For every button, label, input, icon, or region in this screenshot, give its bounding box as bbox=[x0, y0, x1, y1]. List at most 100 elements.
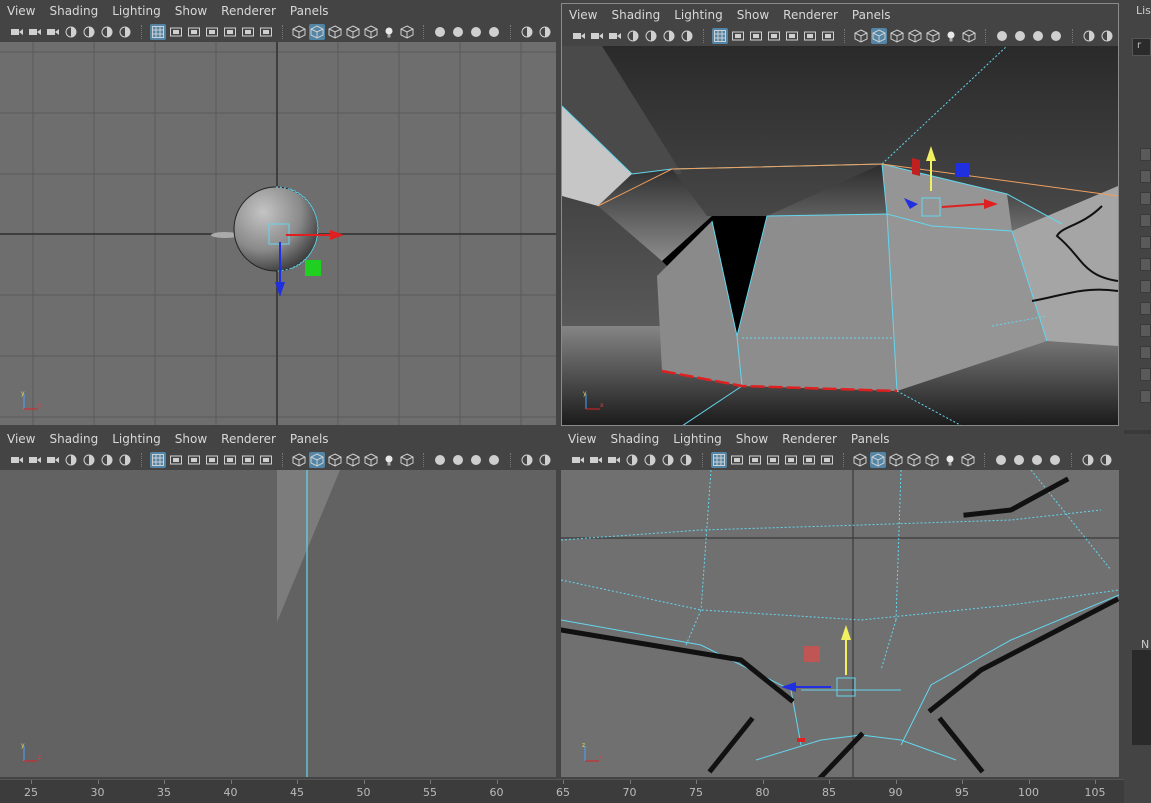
bookmark-icon[interactable] bbox=[625, 28, 641, 44]
anti-aliasing-icon[interactable] bbox=[1029, 452, 1045, 468]
menu-shading[interactable]: Shading bbox=[42, 432, 105, 446]
camera-attributes-icon[interactable] bbox=[607, 28, 623, 44]
isolate-select-icon[interactable] bbox=[519, 24, 535, 40]
grid-icon[interactable] bbox=[711, 452, 727, 468]
menu-show[interactable]: Show bbox=[168, 4, 214, 18]
safe-action-icon[interactable] bbox=[240, 24, 256, 40]
time-slider[interactable]: 25 30 35 40 45 50 55 60 65 70 75 80 85 90 95 100 105 bbox=[0, 779, 1124, 803]
menu-shading[interactable]: Shading bbox=[603, 432, 666, 446]
menu-renderer[interactable]: Renderer bbox=[776, 8, 845, 22]
grease-pencil-icon[interactable] bbox=[117, 24, 133, 40]
outliner-entry[interactable] bbox=[1140, 324, 1151, 337]
two-d-pan-icon[interactable] bbox=[661, 28, 677, 44]
menu-view[interactable]: View bbox=[0, 432, 42, 446]
motion-blur-icon[interactable] bbox=[1011, 452, 1027, 468]
camera-select-icon[interactable] bbox=[571, 28, 587, 44]
depth-of-field-icon[interactable] bbox=[1048, 28, 1064, 44]
shadows-icon[interactable] bbox=[399, 24, 415, 40]
camera-lock-icon[interactable] bbox=[589, 28, 605, 44]
use-all-lights-icon[interactable] bbox=[381, 452, 397, 468]
use-default-material-icon[interactable] bbox=[888, 452, 904, 468]
textured-icon[interactable] bbox=[925, 28, 941, 44]
outliner-entry[interactable] bbox=[1140, 368, 1151, 381]
menu-show[interactable]: Show bbox=[729, 432, 775, 446]
viewport-top-left[interactable]: View Shading Lighting Show Renderer Pane… bbox=[0, 0, 556, 425]
field-chart-icon[interactable] bbox=[784, 28, 800, 44]
anti-aliasing-icon[interactable] bbox=[468, 24, 484, 40]
camera-select-icon[interactable] bbox=[9, 452, 25, 468]
camera-attributes-icon[interactable] bbox=[606, 452, 622, 468]
menu-view[interactable]: View bbox=[561, 432, 603, 446]
outliner-entry[interactable] bbox=[1140, 170, 1151, 183]
outliner-entry[interactable] bbox=[1140, 148, 1151, 161]
smooth-shade-icon[interactable] bbox=[309, 452, 325, 468]
use-default-material-icon[interactable] bbox=[327, 24, 343, 40]
resolution-gate-icon[interactable] bbox=[186, 24, 202, 40]
wireframe-on-shaded-icon[interactable] bbox=[345, 24, 361, 40]
outliner-entry[interactable] bbox=[1140, 280, 1151, 293]
menu-panels[interactable]: Panels bbox=[283, 4, 336, 18]
camera-select-icon[interactable] bbox=[570, 452, 586, 468]
camera-attributes-icon[interactable] bbox=[45, 452, 61, 468]
gate-mask-icon[interactable] bbox=[204, 24, 220, 40]
menu-lighting[interactable]: Lighting bbox=[666, 432, 729, 446]
menu-show[interactable]: Show bbox=[168, 432, 214, 446]
menu-shading[interactable]: Shading bbox=[604, 8, 667, 22]
camera-lock-icon[interactable] bbox=[27, 452, 43, 468]
grease-pencil-icon[interactable] bbox=[679, 28, 695, 44]
safe-action-icon[interactable] bbox=[801, 452, 817, 468]
xray-icon[interactable] bbox=[537, 452, 553, 468]
use-all-lights-icon[interactable] bbox=[942, 452, 958, 468]
viewport-canvas[interactable]: y x bbox=[0, 42, 556, 425]
menu-renderer[interactable]: Renderer bbox=[775, 432, 844, 446]
smooth-shade-icon[interactable] bbox=[309, 24, 325, 40]
gate-mask-icon[interactable] bbox=[766, 28, 782, 44]
bookmark-icon[interactable] bbox=[63, 24, 79, 40]
camera-lock-icon[interactable] bbox=[27, 24, 43, 40]
two-d-pan-icon[interactable] bbox=[99, 24, 115, 40]
field-chart-icon[interactable] bbox=[222, 452, 238, 468]
anti-aliasing-icon[interactable] bbox=[1030, 28, 1046, 44]
viewport-top-right[interactable]: View Shading Lighting Show Renderer Pane… bbox=[561, 3, 1119, 426]
isolate-select-icon[interactable] bbox=[1080, 452, 1096, 468]
textured-icon[interactable] bbox=[363, 24, 379, 40]
two-d-pan-icon[interactable] bbox=[660, 452, 676, 468]
outliner-entry[interactable] bbox=[1140, 390, 1151, 403]
grid-icon[interactable] bbox=[712, 28, 728, 44]
menu-lighting[interactable]: Lighting bbox=[105, 4, 168, 18]
depth-of-field-icon[interactable] bbox=[1047, 452, 1063, 468]
viewport-bottom-left[interactable]: View Shading Lighting Show Renderer Pane… bbox=[0, 428, 556, 777]
outliner-entry[interactable] bbox=[1140, 346, 1151, 359]
wireframe-on-shaded-icon[interactable] bbox=[907, 28, 923, 44]
menu-lighting[interactable]: Lighting bbox=[105, 432, 168, 446]
resolution-gate-icon[interactable] bbox=[747, 452, 763, 468]
wireframe-on-shaded-icon[interactable] bbox=[906, 452, 922, 468]
viewport-canvas[interactable]: z x bbox=[561, 470, 1119, 777]
menu-panels[interactable]: Panels bbox=[844, 432, 897, 446]
image-plane-icon[interactable] bbox=[642, 452, 658, 468]
screen-space-ao-icon[interactable] bbox=[994, 28, 1010, 44]
menu-show[interactable]: Show bbox=[730, 8, 776, 22]
motion-blur-icon[interactable] bbox=[1012, 28, 1028, 44]
isolate-select-icon[interactable] bbox=[519, 452, 535, 468]
depth-of-field-icon[interactable] bbox=[486, 24, 502, 40]
field-chart-icon[interactable] bbox=[222, 24, 238, 40]
smooth-shade-icon[interactable] bbox=[870, 452, 886, 468]
wireframe-icon[interactable] bbox=[852, 452, 868, 468]
motion-blur-icon[interactable] bbox=[450, 24, 466, 40]
viewport-canvas[interactable]: y z bbox=[0, 470, 556, 777]
bookmark-icon[interactable] bbox=[63, 452, 79, 468]
screen-space-ao-icon[interactable] bbox=[432, 452, 448, 468]
menu-renderer[interactable]: Renderer bbox=[214, 4, 283, 18]
safe-action-icon[interactable] bbox=[802, 28, 818, 44]
film-gate-icon[interactable] bbox=[729, 452, 745, 468]
field-chart-icon[interactable] bbox=[783, 452, 799, 468]
wireframe-on-shaded-icon[interactable] bbox=[345, 452, 361, 468]
gate-mask-icon[interactable] bbox=[765, 452, 781, 468]
safe-title-icon[interactable] bbox=[819, 452, 835, 468]
smooth-shade-icon[interactable] bbox=[871, 28, 887, 44]
wireframe-icon[interactable] bbox=[291, 452, 307, 468]
film-gate-icon[interactable] bbox=[168, 452, 184, 468]
resolution-gate-icon[interactable] bbox=[186, 452, 202, 468]
image-plane-icon[interactable] bbox=[81, 452, 97, 468]
